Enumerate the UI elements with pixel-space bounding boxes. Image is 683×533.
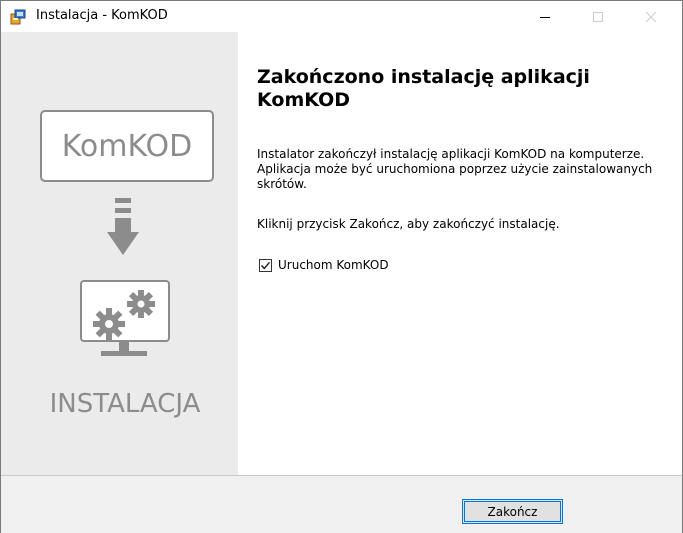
gears-monitor-icon (80, 280, 170, 356)
komkod-logo: KomKOD (40, 110, 214, 182)
down-arrow-icon (107, 198, 139, 255)
installer-app-icon (10, 9, 26, 25)
wizard-content: Zakończono instalację aplikacji KomKOD I… (238, 32, 682, 475)
minimize-button[interactable] (522, 1, 568, 32)
maximize-icon (593, 11, 603, 22)
completion-message: Instalator zakończył instalację aplikacj… (257, 147, 653, 191)
installer-window: Instalacja - KomKOD KomKOD INSTALACJA Za… (0, 0, 683, 533)
title-bar[interactable]: Instalacja - KomKOD (1, 1, 682, 32)
page-title: Zakończono instalację aplikacji KomKOD (257, 66, 590, 111)
finish-instruction: Kliknij przycisk Zakończ, aby zakończyć … (257, 217, 560, 231)
sidebar-caption: INSTALACJA (50, 389, 201, 419)
logo-text: KomKOD (62, 129, 193, 164)
minimize-icon (540, 16, 550, 18)
window-title: Instalacja - KomKOD (36, 8, 168, 23)
wizard-footer: Zakończ (1, 475, 682, 533)
maximize-button (575, 1, 621, 32)
checkmark-icon (260, 261, 271, 269)
close-button (628, 1, 674, 32)
close-icon (646, 11, 656, 22)
sidebar-graphic: KomKOD INSTALACJA (40, 110, 214, 419)
launch-app-label[interactable]: Uruchom KomKOD (278, 258, 389, 272)
finish-button[interactable]: Zakończ (462, 499, 563, 524)
launch-app-option[interactable]: Uruchom KomKOD (259, 258, 389, 272)
launch-app-checkbox[interactable] (259, 258, 272, 272)
wizard-sidebar: KomKOD INSTALACJA (1, 32, 238, 475)
